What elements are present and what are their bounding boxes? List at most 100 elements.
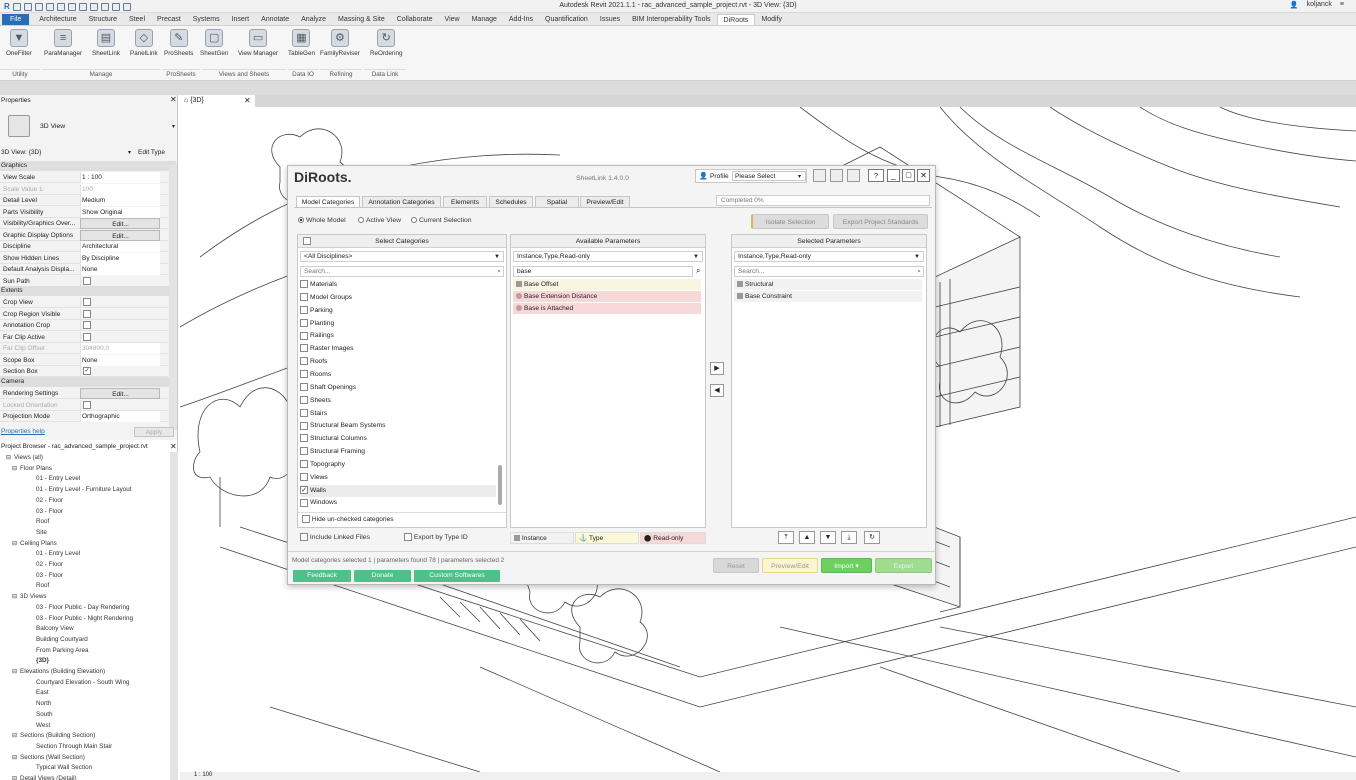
ribbon-tab-diroots[interactable]: DiRoots	[716, 13, 756, 25]
browser-item[interactable]: ⊟ Detail Views (Detail)	[12, 775, 77, 780]
browser-item[interactable]: {3D}	[36, 657, 49, 664]
checkbox-icon[interactable]	[300, 293, 308, 302]
feedback-button[interactable]: Feedback	[293, 570, 351, 582]
ribbon-tab-bim-interoperability-tools[interactable]: BIM Interoperability Tools	[626, 14, 716, 25]
category-item[interactable]: ✓ Walls	[300, 484, 496, 497]
user-icon[interactable]: 👤	[1290, 1, 1299, 9]
property-value[interactable]	[80, 275, 160, 287]
ribbon-tab-add-ins[interactable]: Add-Ins	[503, 14, 539, 25]
checkbox-icon[interactable]	[83, 321, 91, 330]
ribbon-tab-annotate[interactable]: Annotate	[255, 14, 295, 25]
checkbox-icon[interactable]	[83, 309, 91, 318]
checkbox-icon[interactable]	[300, 305, 308, 314]
collapse-icon[interactable]: ⊟	[6, 455, 11, 461]
category-item[interactable]: Stairs	[300, 408, 496, 420]
browser-item[interactable]: Section Through Main Stair	[36, 743, 112, 750]
ribbon-tab-modify[interactable]: Modify	[755, 14, 788, 25]
category-item[interactable]: Sheets	[300, 395, 496, 407]
property-value[interactable]	[80, 399, 160, 411]
custom-softwares-button[interactable]: Custom Softwares	[414, 570, 500, 582]
browser-item[interactable]: 03 - Floor Public - Day Rendering	[36, 604, 129, 611]
checkbox-icon[interactable]	[300, 498, 308, 507]
browser-item[interactable]: ⊟ Ceiling Plans	[12, 540, 57, 547]
disciplines-dropdown[interactable]: <All Disciplines> ▼	[300, 251, 504, 262]
scrollbar[interactable]	[169, 165, 177, 430]
ribbon-tab-analyze[interactable]: Analyze	[295, 14, 332, 25]
category-item[interactable]: Topography	[300, 459, 496, 471]
checkbox-icon[interactable]	[300, 421, 308, 430]
checkbox-icon[interactable]	[300, 357, 308, 366]
checkbox-icon[interactable]	[83, 276, 91, 285]
collapse-icon[interactable]: ⊟	[12, 776, 17, 780]
browser-item[interactable]: Roof	[36, 582, 49, 589]
category-item[interactable]: Raster Images	[300, 343, 496, 355]
property-value[interactable]: Orthographic	[80, 411, 160, 422]
help-button[interactable]: ?	[868, 169, 884, 182]
hide-unchecked-toggle[interactable]: Hide un-checked categories	[298, 512, 506, 526]
property-value[interactable]: By Discipline	[80, 252, 160, 264]
browser-item[interactable]: ⊟ Views (all)	[6, 454, 43, 461]
property-value[interactable]: None	[80, 264, 160, 275]
browser-item[interactable]: ⊟ Sections (Wall Section)	[12, 754, 85, 761]
ribbon-tab-precast[interactable]: Precast	[151, 14, 187, 25]
panellink-button[interactable]: ◇ PanelLink	[130, 29, 158, 57]
browser-item[interactable]: Typical Wall Section	[36, 764, 92, 771]
category-item[interactable]: Parking	[300, 305, 496, 317]
category-item[interactable]: Materials	[300, 279, 496, 291]
move-right-button[interactable]: ▶	[710, 362, 724, 375]
chevron-down-icon[interactable]: ▾	[798, 173, 801, 180]
browser-item[interactable]: 03 - Floor Public - Night Rendering	[36, 615, 133, 622]
close-icon[interactable]: ✕	[917, 169, 930, 182]
selected-parameter-item[interactable]: Structural	[734, 279, 922, 290]
available-parameter-item[interactable]: Base is Attached	[513, 303, 701, 314]
ribbon-tab-massing-site[interactable]: Massing & Site	[332, 14, 391, 25]
move-top-button[interactable]: ⤒	[778, 531, 794, 544]
move-bottom-button[interactable]: ⤓	[841, 531, 857, 544]
property-value[interactable]	[80, 308, 160, 320]
ribbon-tab-insert[interactable]: Insert	[226, 14, 256, 25]
include-linked-files[interactable]: Include Linked Files	[300, 533, 370, 541]
browser-item[interactable]: West	[36, 722, 50, 729]
close-icon[interactable]: ✕	[244, 95, 251, 107]
property-value[interactable]: Edit...	[80, 388, 160, 399]
browser-item[interactable]: 03 - Floor	[36, 508, 63, 515]
collapse-icon[interactable]: ⊟	[12, 594, 17, 600]
category-item[interactable]: Structural Framing	[300, 446, 496, 458]
save-as-profile-icon[interactable]	[830, 169, 843, 182]
section-header[interactable]: Graphics	[0, 161, 176, 171]
radio-icon[interactable]	[358, 217, 364, 223]
refresh-button[interactable]: ↻	[864, 531, 880, 544]
minimize-icon[interactable]: _	[887, 169, 900, 182]
move-up-button[interactable]: ▲	[799, 531, 815, 544]
property-value[interactable]: Architectural	[80, 241, 160, 252]
scrollbar[interactable]	[170, 452, 178, 780]
import-button[interactable]: Import ▾	[821, 558, 872, 573]
checkbox-icon[interactable]	[300, 434, 308, 443]
checkbox-icon[interactable]	[300, 533, 308, 541]
browser-item[interactable]: Courtyard Elevation - South Wing	[36, 679, 129, 686]
browser-item[interactable]: North	[36, 700, 51, 707]
category-item[interactable]: Shaft Openings	[300, 382, 496, 394]
ribbon-tab-architecture[interactable]: Architecture	[33, 14, 82, 25]
category-item[interactable]: Windows	[300, 497, 496, 509]
category-item[interactable]: Model Groups	[300, 292, 496, 304]
category-item[interactable]: Structural Beam Systems	[300, 420, 496, 432]
view-manager-button[interactable]: ▭ View Manager	[238, 29, 278, 57]
category-item[interactable]: Rooms	[300, 369, 496, 381]
close-icon[interactable]: ✕	[170, 442, 177, 451]
browser-item[interactable]: ⊟ Elevations (Building Elevation)	[12, 668, 105, 675]
checkbox-icon[interactable]	[300, 331, 308, 340]
browser-item[interactable]: 02 - Floor	[36, 497, 63, 504]
delete-profile-icon[interactable]	[847, 169, 860, 182]
ribbon-tab-structure[interactable]: Structure	[83, 14, 123, 25]
export-by-type-id[interactable]: Export by Type ID	[404, 533, 468, 541]
collapse-icon[interactable]: ⊟	[12, 755, 17, 761]
selected-parameter-item[interactable]: Base Constraint	[734, 291, 922, 302]
isolate-selection-button[interactable]: Isolate Selection	[751, 214, 829, 229]
available-parameter-item[interactable]: Base Offset	[513, 279, 701, 290]
collapse-icon[interactable]: ⊟	[12, 669, 17, 675]
browser-item[interactable]: East	[36, 689, 49, 696]
property-value[interactable]: 100	[80, 183, 160, 195]
maximize-icon[interactable]: ▢	[902, 169, 915, 182]
reordering-button[interactable]: ↻ ReOrdering	[370, 29, 403, 57]
